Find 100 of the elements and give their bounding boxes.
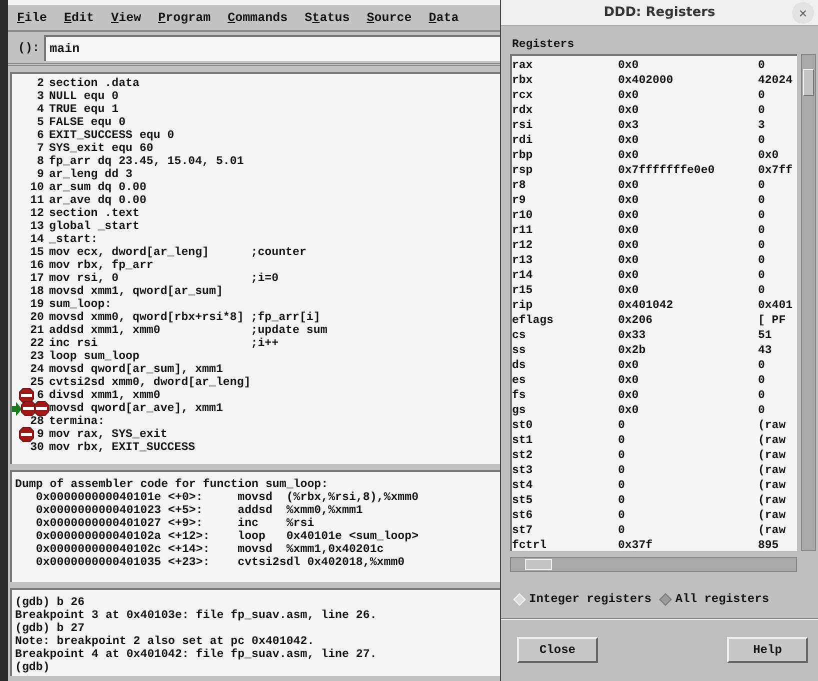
disassembly-line: 0x000000000040102a <+12>: loop 0x40101e <sum_loop> (34, 530, 420, 543)
register-value: 0x0 (618, 373, 640, 388)
register-name: rdx (512, 103, 534, 118)
register-name: st1 (512, 433, 534, 448)
register-value: 0x0 (618, 178, 640, 193)
register-value: 0x33 (618, 328, 647, 343)
code-line: fp_arr dq 23.45, 15.04, 5.01 (49, 155, 244, 168)
radio-option[interactable]: All registers (659, 592, 770, 606)
register-name: ss (512, 343, 527, 358)
register-name: r15 (512, 283, 534, 298)
line-number: 4 (37, 103, 44, 116)
register-value: 0x0 (618, 268, 640, 283)
radio-option[interactable]: Integer registers (513, 592, 652, 606)
register-value: 0x0 (758, 148, 780, 163)
code-line: TRUE equ 1 (49, 103, 119, 116)
register-name: ds (512, 358, 527, 373)
line-number: 9 (37, 168, 44, 181)
code-line: movsd xmm1, qword[ar_sum] (49, 285, 223, 298)
code-line: mov ecx, dword[ar_leng] ;counter (49, 246, 306, 259)
line-number: 7 (37, 142, 44, 155)
register-value: (raw (758, 493, 787, 508)
register-name: st3 (512, 463, 534, 478)
register-value: 0 (758, 178, 766, 193)
menu-item[interactable]: Status (304, 10, 350, 24)
register-value: 0 (618, 508, 626, 523)
line-number: 13 (30, 220, 44, 233)
register-value: 0x0 (618, 223, 640, 238)
register-value: 3 (758, 118, 766, 133)
vertical-scrollbar[interactable] (801, 54, 816, 551)
code-line: loop sum_loop (49, 350, 140, 363)
register-value: 0x0 (618, 208, 640, 223)
register-name: rdi (512, 133, 534, 148)
menu-item[interactable]: Data (428, 10, 459, 24)
code-line: FALSE equ 0 (49, 116, 126, 129)
register-name: rsp (512, 163, 534, 178)
disassembly-line: Dump of assembler code for function sum_loop: (15, 478, 330, 491)
stop-sign-icon (34, 401, 49, 416)
menu-item[interactable]: View (111, 10, 142, 24)
register-value: 0 (618, 448, 626, 463)
register-value: 0x401 (758, 298, 794, 313)
close-button[interactable]: × (792, 2, 814, 24)
menu-item[interactable]: File (17, 10, 48, 24)
register-value: 0x0 (618, 58, 640, 73)
close-button[interactable]: Close (517, 637, 598, 663)
line-number: 2 (37, 77, 44, 90)
code-line: EXIT_SUCCESS equ 0 (49, 129, 174, 142)
register-name: r14 (512, 268, 534, 283)
menu-item[interactable]: Commands (228, 10, 288, 24)
register-value: 0 (618, 418, 626, 433)
help-button[interactable]: Help (727, 637, 808, 663)
register-value: 0 (758, 283, 766, 298)
register-value: 0 (758, 268, 766, 283)
register-value: (raw (758, 418, 787, 433)
register-name: rbx (512, 73, 534, 88)
code-line: movsd qword[ar_ave], xmm1 (49, 402, 223, 415)
horizontal-scrollbar[interactable] (510, 557, 797, 572)
register-name: st0 (512, 418, 534, 433)
code-line: movsd qword[ar_sum], xmm1 (49, 363, 223, 376)
register-value: 0 (758, 253, 766, 268)
window-title: DDD: Registers (604, 5, 716, 20)
register-name: r12 (512, 238, 534, 253)
register-name: st7 (512, 523, 534, 538)
register-name: es (512, 373, 527, 388)
menu-item[interactable]: Program (158, 10, 211, 24)
register-value: (raw (758, 508, 787, 523)
line-number: 6 (37, 389, 44, 402)
register-value: 0 (758, 238, 766, 253)
code-line: ar_sum dq 0.00 (49, 181, 146, 194)
register-value: 895 (758, 538, 780, 551)
register-value: 0x0 (618, 133, 640, 148)
register-value: 0x0 (618, 88, 640, 103)
line-number: 20 (30, 311, 44, 324)
register-name: r10 (512, 208, 534, 223)
register-value: 0x7ff (758, 163, 794, 178)
disassembly-line: 0x000000000040102c <+14>: movsd %xmm1,0x40201c (34, 543, 385, 556)
line-number: 18 (30, 285, 44, 298)
menu-item[interactable]: Edit (64, 10, 94, 24)
register-name: st5 (512, 493, 534, 508)
register-name: r9 (512, 193, 527, 208)
register-value: 0x2b (618, 343, 647, 358)
register-value: (raw (758, 433, 787, 448)
argument-field[interactable]: main (44, 34, 500, 60)
register-value: 42024 (758, 73, 794, 88)
console-line: Note: breakpoint 2 also set at pc 0x401042. (15, 635, 316, 648)
line-number: 12 (30, 207, 44, 220)
register-value: 0 (618, 478, 626, 493)
menu-item[interactable]: Source (366, 10, 412, 24)
line-number: 24 (30, 363, 44, 376)
stop-sign-icon (19, 427, 34, 442)
register-name: fctrl (512, 538, 548, 551)
register-value: 0 (758, 388, 766, 403)
register-value: 0 (758, 358, 766, 373)
console-line: Breakpoint 4 at 0x401042: file fp_suav.asm, line 27. (15, 648, 378, 661)
register-name: rsi (512, 118, 534, 133)
code-line: section .data (49, 77, 140, 90)
register-value: 0x0 (618, 148, 640, 163)
register-name: fs (512, 388, 527, 403)
code-line: cvtsi2sd xmm0, dword[ar_leng] (49, 376, 251, 389)
console-line: (gdb) (15, 661, 51, 674)
register-name: rip (512, 298, 534, 313)
